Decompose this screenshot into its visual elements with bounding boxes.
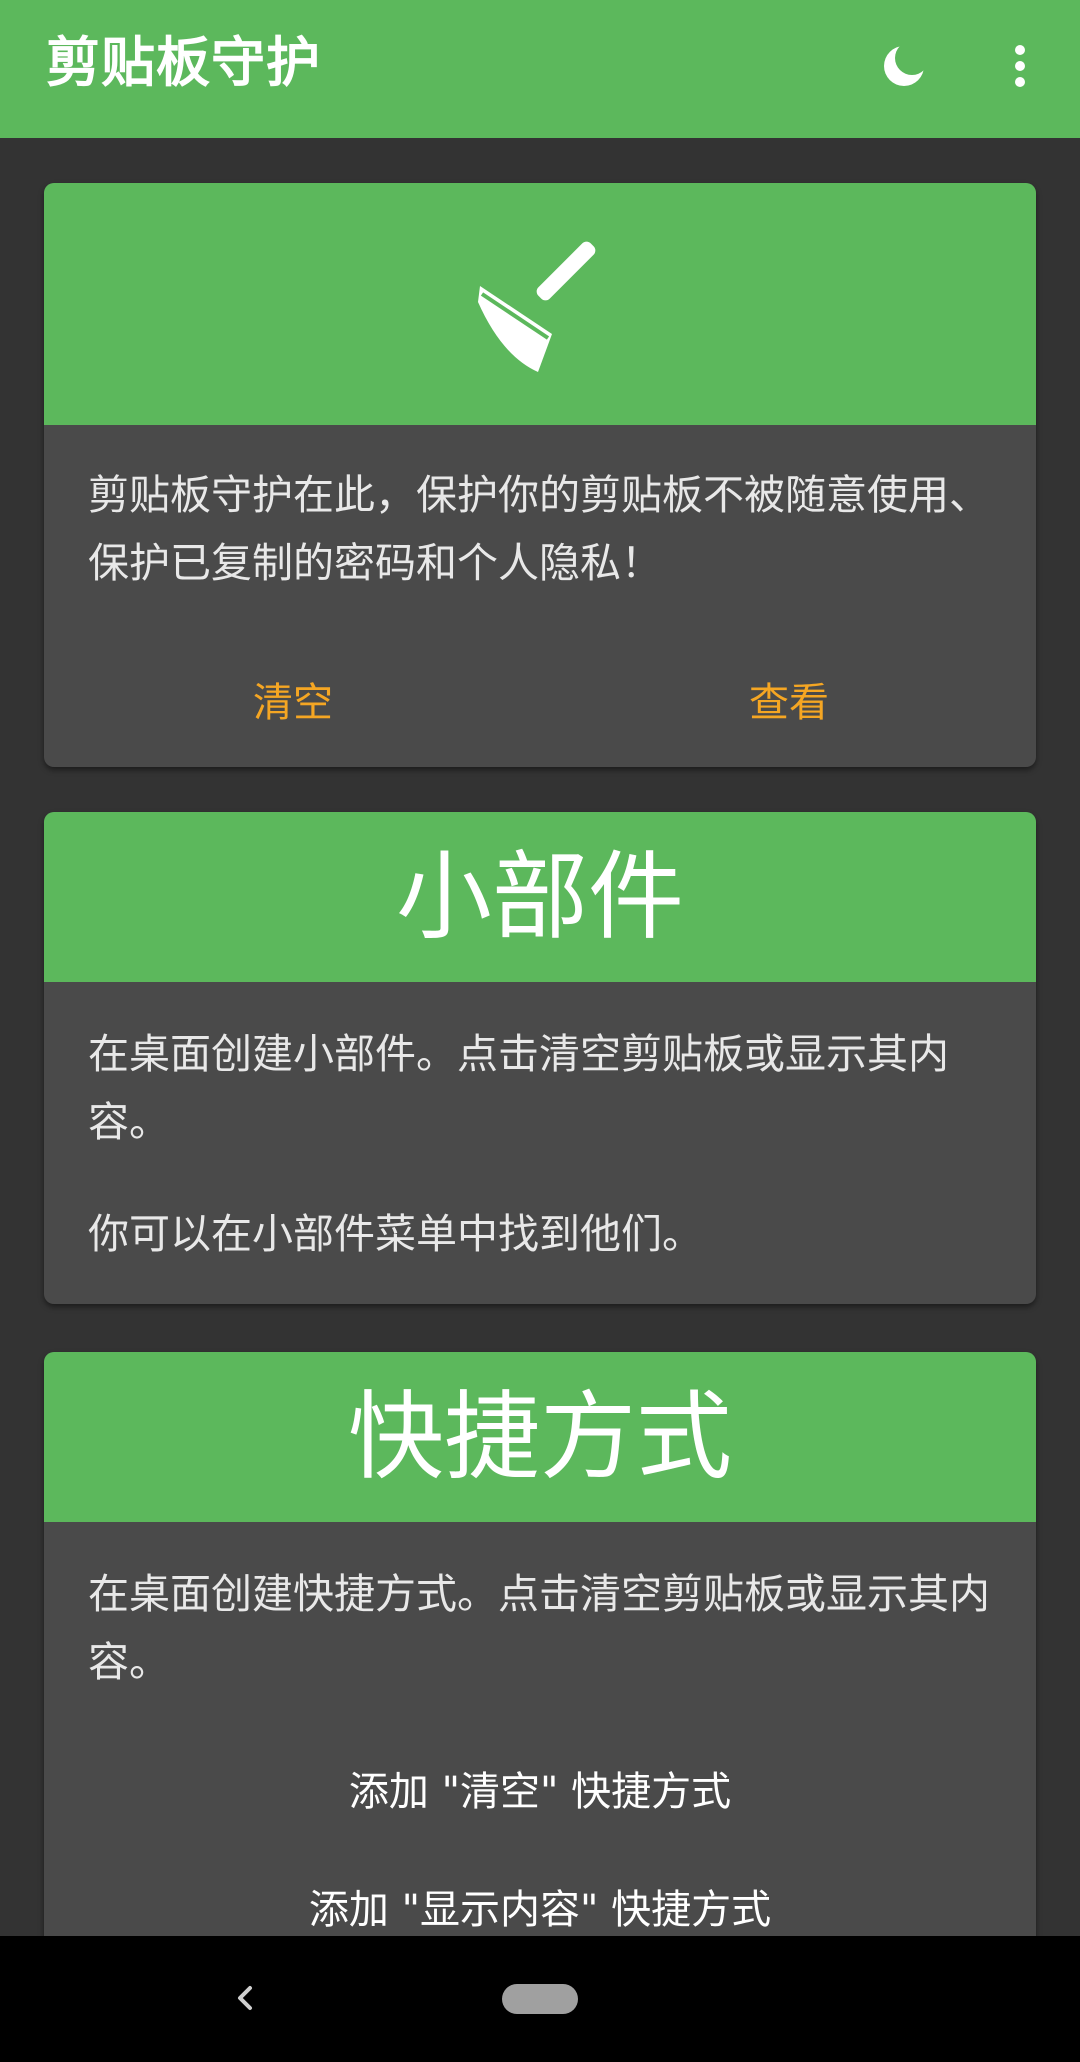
screen: 剪贴板守护 剪贴板守护在此，保护你的剪贴板不被随意使用、保护已复制的密码和个人隐… [0, 0, 1080, 2062]
shortcut-card: 快捷方式 在桌面创建快捷方式。点击清空剪贴板或显示其内容。 添加 "清空" 快捷… [44, 1352, 1036, 1936]
guard-card: 剪贴板守护在此，保护你的剪贴板不被随意使用、保护已复制的密码和个人隐私！ 清空 … [44, 183, 1036, 767]
widget-hint: 你可以在小部件菜单中找到他们。 [88, 1210, 703, 1258]
app-bar: 剪贴板守护 [0, 0, 1080, 138]
widget-card-header: 小部件 [44, 812, 1036, 982]
widget-heading: 小部件 [396, 841, 684, 953]
app-title: 剪贴板守护 [46, 31, 321, 94]
widget-card: 小部件 在桌面创建小部件。点击清空剪贴板或显示其内容。 你可以在小部件菜单中找到… [44, 812, 1036, 1304]
navigation-bar [0, 1936, 1080, 2062]
widget-description: 在桌面创建小部件。点击清空剪贴板或显示其内容。 [88, 1030, 949, 1146]
shortcut-heading: 快捷方式 [348, 1381, 732, 1493]
overflow-menu-button[interactable] [988, 34, 1052, 98]
add-clear-shortcut-button[interactable]: 添加 "清空" 快捷方式 [44, 1760, 1036, 1824]
clear-button[interactable]: 清空 [253, 671, 333, 735]
broom-icon [478, 241, 596, 372]
back-button[interactable] [216, 1968, 276, 2028]
theme-toggle-button[interactable] [872, 34, 936, 98]
more-vert-icon [1015, 45, 1025, 87]
shortcut-description: 在桌面创建快捷方式。点击清空剪贴板或显示其内容。 [88, 1570, 990, 1686]
add-show-shortcut-button[interactable]: 添加 "显示内容" 快捷方式 [44, 1878, 1036, 1936]
home-pill[interactable] [502, 1984, 578, 2014]
view-button[interactable]: 查看 [749, 671, 829, 735]
shortcut-card-header: 快捷方式 [44, 1352, 1036, 1522]
guard-description: 剪贴板守护在此，保护你的剪贴板不被随意使用、保护已复制的密码和个人隐私！ [88, 471, 990, 587]
moon-icon [884, 41, 929, 86]
guard-card-header [44, 183, 1036, 425]
guard-actions: 清空 查看 [44, 671, 1036, 735]
main-content[interactable]: 剪贴板守护在此，保护你的剪贴板不被随意使用、保护已复制的密码和个人隐私！ 清空 … [0, 138, 1080, 1936]
back-icon [238, 1986, 252, 2010]
